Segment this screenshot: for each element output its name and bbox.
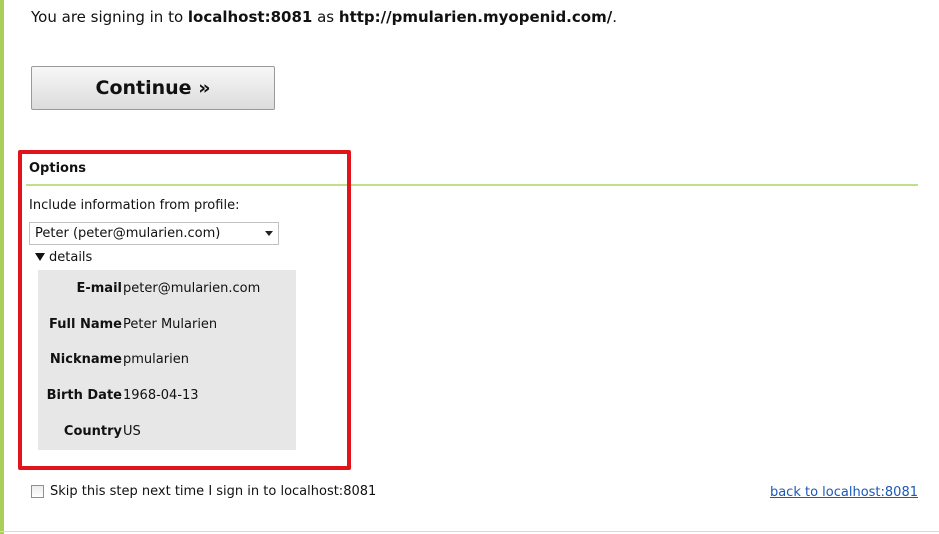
skip-step-label: Skip this step next time I sign in to lo… xyxy=(50,484,377,499)
skip-step-checkbox[interactable] xyxy=(31,485,44,498)
signin-middle: as xyxy=(312,8,339,26)
include-profile-label: Include information from profile: xyxy=(29,198,240,213)
profile-select-value: Peter (peter@mularien.com) xyxy=(35,226,221,241)
details-toggle[interactable]: details xyxy=(35,250,92,265)
options-divider xyxy=(26,184,918,186)
triangle-down-icon xyxy=(35,250,45,265)
skip-step-row: Skip this step next time I sign in to lo… xyxy=(31,484,376,499)
detail-value: US xyxy=(123,424,141,439)
continue-button[interactable]: Continue » xyxy=(31,66,275,110)
profile-select[interactable]: Peter (peter@mularien.com) xyxy=(29,222,279,245)
signin-identity: http://pmularien.myopenid.com/ xyxy=(338,8,613,26)
detail-row-country: Country US xyxy=(38,422,296,442)
details-table: E-mail peter@mularien.com Full Name Pete… xyxy=(38,270,296,450)
detail-row-full-name: Full Name Peter Mularien xyxy=(38,315,296,335)
detail-label: Country xyxy=(63,424,122,439)
detail-value: 1968-04-13 xyxy=(123,388,199,403)
detail-value: Peter Mularien xyxy=(123,317,218,332)
detail-row-nickname: Nickname pmularien xyxy=(38,350,296,370)
back-link[interactable]: back to localhost:8081 xyxy=(770,485,918,500)
signin-message: You are signing in to localhost:8081 as … xyxy=(31,7,617,27)
chevron-down-icon xyxy=(260,230,278,237)
detail-value: peter@mularien.com xyxy=(123,281,261,296)
detail-label: Full Name xyxy=(49,317,122,332)
signin-prefix: You are signing in to xyxy=(31,8,188,26)
details-toggle-label: details xyxy=(49,250,93,265)
signin-suffix: . xyxy=(612,8,617,26)
detail-label: E-mail xyxy=(76,281,122,296)
bottom-divider xyxy=(0,531,939,532)
detail-label: Birth Date xyxy=(46,388,122,403)
options-title: Options xyxy=(29,161,86,176)
detail-value: pmularien xyxy=(123,352,189,367)
detail-row-email: E-mail peter@mularien.com xyxy=(38,279,296,299)
signin-site: localhost:8081 xyxy=(187,8,313,26)
detail-label: Nickname xyxy=(49,352,122,367)
detail-row-birth-date: Birth Date 1968-04-13 xyxy=(38,386,296,406)
